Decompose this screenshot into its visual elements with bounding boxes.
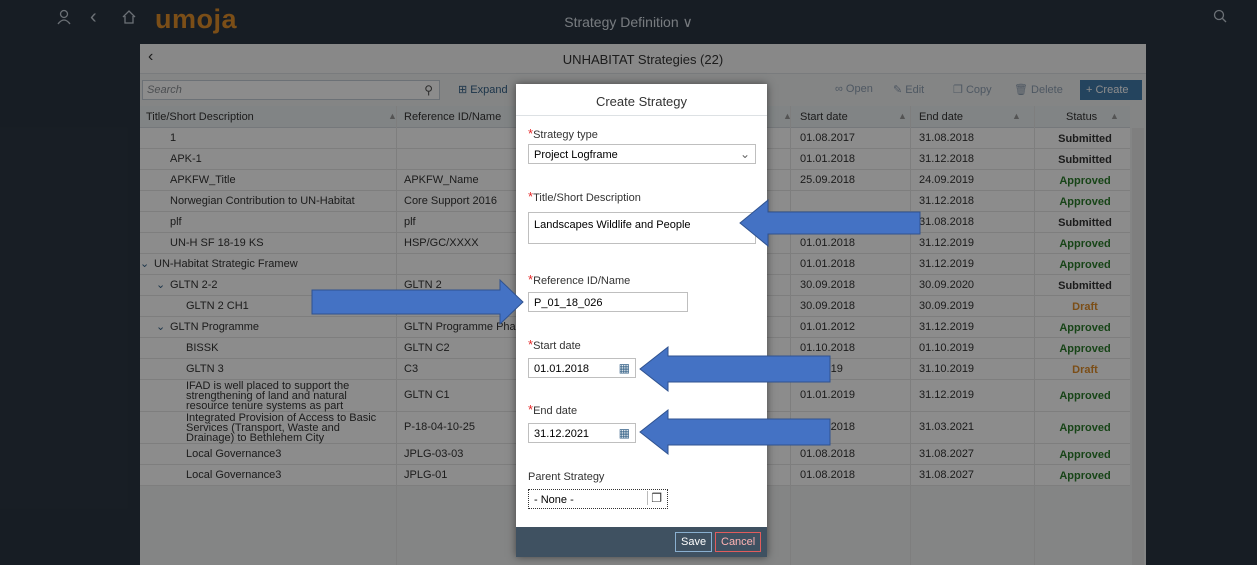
arrow-shape [739,198,921,248]
arrow-shape [311,278,524,326]
annotation-arrows [311,198,921,456]
arrow-shape [639,408,831,456]
arrow-shape [639,345,831,393]
